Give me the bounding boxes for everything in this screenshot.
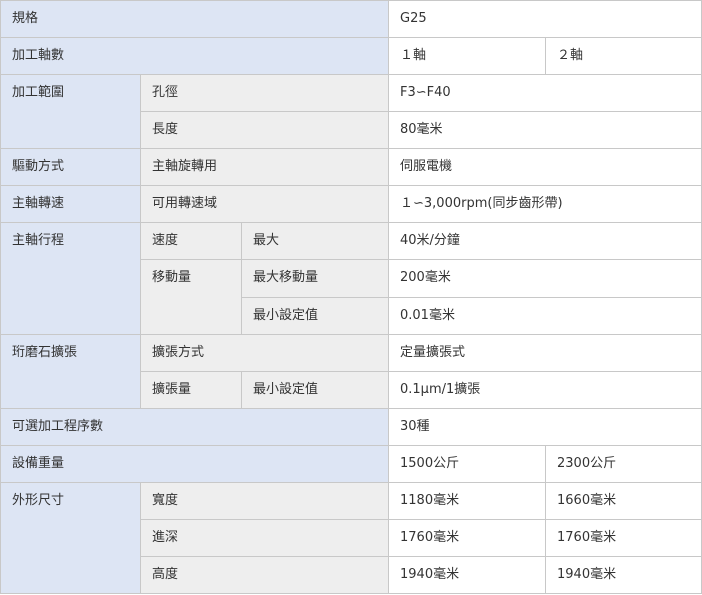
table-row: 珩磨石擴張 擴張方式 定量擴張式	[0, 333, 702, 409]
row-label-axes: 加工軸數	[0, 37, 389, 76]
axes-value-2: ２軸	[545, 37, 702, 76]
depth-value-1: 1760毫米	[388, 518, 546, 557]
sub-label-travel: 移動量	[140, 259, 242, 335]
sub-label-width: 寬度	[140, 481, 389, 520]
axes-value-1: １軸	[388, 37, 546, 76]
row-label-dims: 外形尺寸	[0, 481, 141, 595]
table-row: 設備重量 1500公斤 2300公斤	[0, 444, 702, 483]
travel-min-value: 0.01毫米	[388, 296, 702, 335]
height-value-1: 1940毫米	[388, 555, 546, 595]
sub-label-speed: 可用轉速域	[140, 185, 389, 224]
programs-value: 30種	[388, 407, 702, 446]
sub-label-velocity: 速度	[140, 222, 242, 261]
sub-label-honing-method: 擴張方式	[140, 333, 389, 372]
weight-value-2: 2300公斤	[545, 444, 702, 483]
sub-label-drive: 主軸旋轉用	[140, 148, 389, 187]
row-label-range: 加工範圍	[0, 74, 141, 150]
sub2-label-velocity-max: 最大	[241, 222, 389, 261]
row-label-weight: 設備重量	[0, 444, 389, 483]
honing-amount-value: 0.1μm/1擴張	[388, 370, 702, 409]
model-value: G25	[388, 0, 702, 39]
sub-label-hole: 孔徑	[140, 74, 389, 113]
table-row: 可選加工程序數 30種	[0, 407, 702, 446]
sub-label-depth: 進深	[140, 518, 389, 557]
row-label-honing: 珩磨石擴張	[0, 333, 141, 409]
table-row: 主軸行程 速度 最大 40米/分鐘	[0, 222, 702, 335]
length-value: 80毫米	[388, 111, 702, 150]
honing-method-value: 定量擴張式	[388, 333, 702, 372]
table-row: 驅動方式 主軸旋轉用 伺服電機	[0, 148, 702, 187]
row-label-speed: 主軸轉速	[0, 185, 141, 224]
table-row: 規格 G25	[0, 0, 702, 39]
row-label-model: 規格	[0, 0, 389, 39]
spec-table: 規格 G25 加工軸數 １軸 ２軸 加工範圍 孔徑 F3∽F40 長度 80毫米…	[0, 0, 702, 595]
velocity-value: 40米/分鐘	[388, 222, 702, 261]
height-value-2: 1940毫米	[545, 555, 702, 595]
width-value-1: 1180毫米	[388, 481, 546, 520]
travel-max-value: 200毫米	[388, 259, 702, 298]
sub2-label-honing-min: 最小設定值	[241, 370, 389, 409]
table-row: 主軸轉速 可用轉速域 １∽3,000rpm(同步齒形帶)	[0, 185, 702, 224]
row-label-drive: 驅動方式	[0, 148, 141, 187]
table-row: 加工軸數 １軸 ２軸	[0, 37, 702, 76]
sub2-label-travel-min: 最小設定值	[241, 296, 389, 335]
sub-label-height: 高度	[140, 555, 389, 595]
table-row: 外形尺寸 寬度 1180毫米 1660毫米	[0, 481, 702, 595]
row-label-programs: 可選加工程序數	[0, 407, 389, 446]
width-value-2: 1660毫米	[545, 481, 702, 520]
speed-value: １∽3,000rpm(同步齒形帶)	[388, 185, 702, 224]
weight-value-1: 1500公斤	[388, 444, 546, 483]
row-label-stroke: 主軸行程	[0, 222, 141, 335]
sub-label-length: 長度	[140, 111, 389, 150]
sub2-label-travel-max: 最大移動量	[241, 259, 389, 298]
drive-value: 伺服電機	[388, 148, 702, 187]
sub-label-honing-amount: 擴張量	[140, 370, 242, 409]
table-row: 加工範圍 孔徑 F3∽F40	[0, 74, 702, 150]
depth-value-2: 1760毫米	[545, 518, 702, 557]
hole-value: F3∽F40	[388, 74, 702, 113]
